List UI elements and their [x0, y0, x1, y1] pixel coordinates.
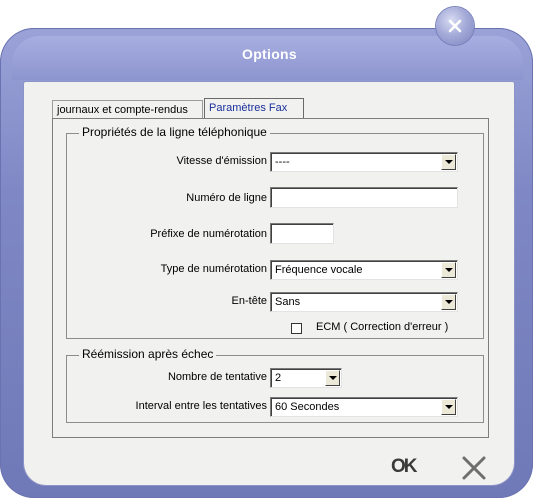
line-number-label: Numéro de ligne	[186, 192, 267, 204]
emission-speed-label: Vitesse d'émission	[176, 155, 267, 167]
dial-type-select[interactable]: Fréquence vocale	[270, 260, 458, 280]
interval-select[interactable]: 60 Secondes	[270, 397, 458, 417]
attempts-label: Nombre de tentative	[167, 371, 267, 383]
ok-button[interactable]: OK	[391, 456, 431, 478]
line-properties-legend: Propriétés de la ligne téléphonique	[79, 125, 270, 139]
ecm-label: ECM ( Correction d'erreur )	[316, 321, 449, 333]
chevron-down-icon[interactable]	[325, 370, 340, 386]
dial-prefix-label: Préfixe de numérotation	[150, 228, 267, 240]
chevron-down-icon[interactable]	[441, 262, 456, 278]
close-button[interactable]	[436, 7, 474, 45]
tab-parametres-fax[interactable]: Paramètres Fax	[204, 98, 304, 118]
chevron-down-icon[interactable]	[441, 154, 456, 170]
dial-type-label: Type de numérotation	[160, 263, 267, 275]
chevron-down-icon[interactable]	[441, 399, 456, 415]
dial-prefix-input[interactable]	[270, 223, 334, 244]
chevron-down-icon[interactable]	[441, 294, 456, 310]
cancel-button[interactable]	[461, 455, 487, 481]
attempts-select[interactable]: 2	[270, 368, 342, 388]
retry-group: Réémission après échec Nombre de tentati…	[66, 347, 484, 423]
close-icon	[448, 19, 462, 33]
header-label: En-tête	[231, 295, 267, 307]
tab-journaux[interactable]: journaux et compte-rendus	[52, 100, 203, 118]
line-properties-group: Propriétés de la ligne téléphonique Vite…	[66, 125, 484, 339]
tab-content-parametres-fax: Propriétés de la ligne téléphonique Vite…	[52, 118, 489, 438]
retry-legend: Réémission après échec	[79, 347, 217, 361]
interval-label: Interval entre les tentatives	[135, 400, 267, 412]
emission-speed-select[interactable]: ----	[270, 152, 458, 172]
x-icon	[462, 456, 486, 480]
line-number-input[interactable]	[270, 187, 458, 208]
ecm-checkbox[interactable]	[291, 323, 302, 334]
header-select[interactable]: Sans	[270, 292, 458, 312]
window-title: Options	[242, 46, 297, 62]
